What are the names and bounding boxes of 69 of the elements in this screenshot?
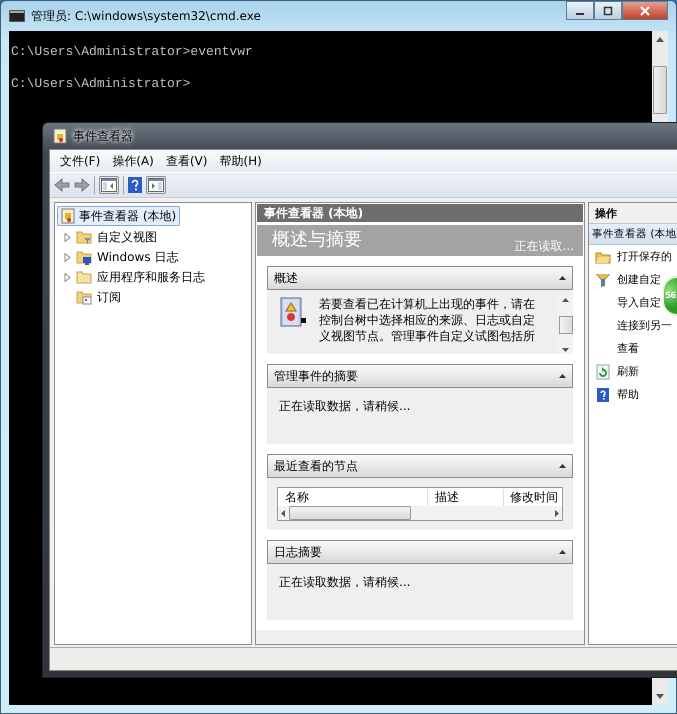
menu-item[interactable]: 文件(F)	[54, 150, 106, 172]
maximize-icon	[603, 6, 613, 16]
expand-arrow-icon[interactable]	[63, 272, 72, 282]
scrollbar-thumb[interactable]	[653, 66, 667, 114]
tree-item[interactable]: 订阅	[76, 288, 121, 306]
tree-item[interactable]: 自定义视图	[76, 228, 157, 246]
action-item[interactable]: 连接到另一	[589, 314, 672, 337]
action-group-header[interactable]: 事件查看器 (本地	[589, 223, 677, 245]
section-header[interactable]: 管理事件的摘要	[267, 364, 573, 388]
right-arrow-icon[interactable]	[555, 510, 559, 516]
help-icon	[596, 386, 610, 402]
console-line: C:\Users\Administrator>	[11, 76, 192, 92]
down-arrow-icon	[656, 694, 664, 699]
window-title: 管理员: C:\windows\system32\cmd.exe	[31, 8, 261, 24]
expand-arrow-icon[interactable]	[63, 252, 72, 262]
menu-item[interactable]: 查看(V)	[160, 150, 214, 172]
up-arrow-icon	[656, 37, 664, 42]
show-action-pane-button[interactable]	[146, 176, 166, 194]
tree-item[interactable]: 事件查看器 (本地)	[57, 206, 180, 226]
log-icon	[61, 208, 75, 224]
close-button[interactable]	[622, 1, 668, 20]
up-arrow-icon[interactable]	[562, 298, 569, 302]
log-icon	[53, 128, 67, 144]
show-tree-button[interactable]	[99, 176, 119, 194]
column-header[interactable]: 修改时间	[504, 489, 562, 506]
scrollbar[interactable]	[278, 506, 562, 520]
collapse-arrow-icon	[559, 276, 566, 280]
page-title: 概述与摘要	[272, 228, 362, 252]
collapse-arrow-icon	[559, 464, 566, 468]
help-button[interactable]	[128, 177, 142, 193]
loading-message: 正在读取数据，请稍候...	[279, 575, 410, 589]
pane-header: 事件查看器 (本地)	[257, 204, 583, 222]
folder-icon	[76, 269, 92, 285]
minimize-icon	[576, 12, 584, 14]
tree-item[interactable]: 应用程序和服务日志	[76, 268, 205, 286]
back-button[interactable]	[54, 178, 70, 192]
section-header[interactable]: 概述	[267, 266, 573, 290]
action-item[interactable]: 导入自定	[589, 291, 661, 314]
left-arrow-icon[interactable]	[281, 510, 285, 516]
action-item[interactable]: 打开保存的	[589, 245, 672, 268]
collapse-arrow-icon	[559, 374, 566, 378]
down-arrow-icon[interactable]	[562, 348, 569, 352]
overview-text: 若要查看已在计算机上出现的事件，请在 控制台树中选择相应的来源、日志或自定 义视图节点。管理事件自定义试图包括所	[319, 296, 536, 345]
console-line: C:\Users\Administrator>eventvwr	[11, 44, 254, 60]
minimize-button[interactable]	[566, 1, 594, 20]
maximize-button[interactable]	[594, 1, 622, 20]
menu-item[interactable]: 操作(A)	[106, 150, 160, 172]
action-item[interactable]: 创建自定	[589, 268, 661, 291]
pane-header: 操作	[589, 203, 677, 223]
section-header[interactable]: 日志摘要	[267, 540, 573, 564]
loading-status: 正在读取...	[514, 238, 574, 255]
tree-item[interactable]: Windows 日志	[76, 248, 178, 266]
folder-monitor-icon	[76, 249, 92, 265]
loading-message: 正在读取数据，请稍候...	[279, 399, 410, 413]
console-icon	[9, 10, 25, 22]
filter-icon	[595, 272, 611, 288]
action-item[interactable]: 帮助	[589, 383, 639, 406]
menu-item[interactable]: 帮助(H)	[213, 150, 268, 172]
forward-button[interactable]	[74, 178, 90, 192]
action-item[interactable]: 刷新	[589, 360, 639, 383]
folder-filter-icon	[76, 229, 92, 245]
collapse-arrow-icon	[559, 550, 566, 554]
section-header[interactable]: 最近查看的节点	[267, 454, 573, 478]
close-icon	[640, 6, 650, 16]
refresh-icon	[596, 364, 610, 380]
window-title: 事件查看器	[73, 128, 133, 144]
expand-arrow-icon[interactable]	[63, 232, 72, 242]
action-item[interactable]: 查看	[589, 337, 639, 360]
folder-calendar-icon	[76, 289, 92, 305]
